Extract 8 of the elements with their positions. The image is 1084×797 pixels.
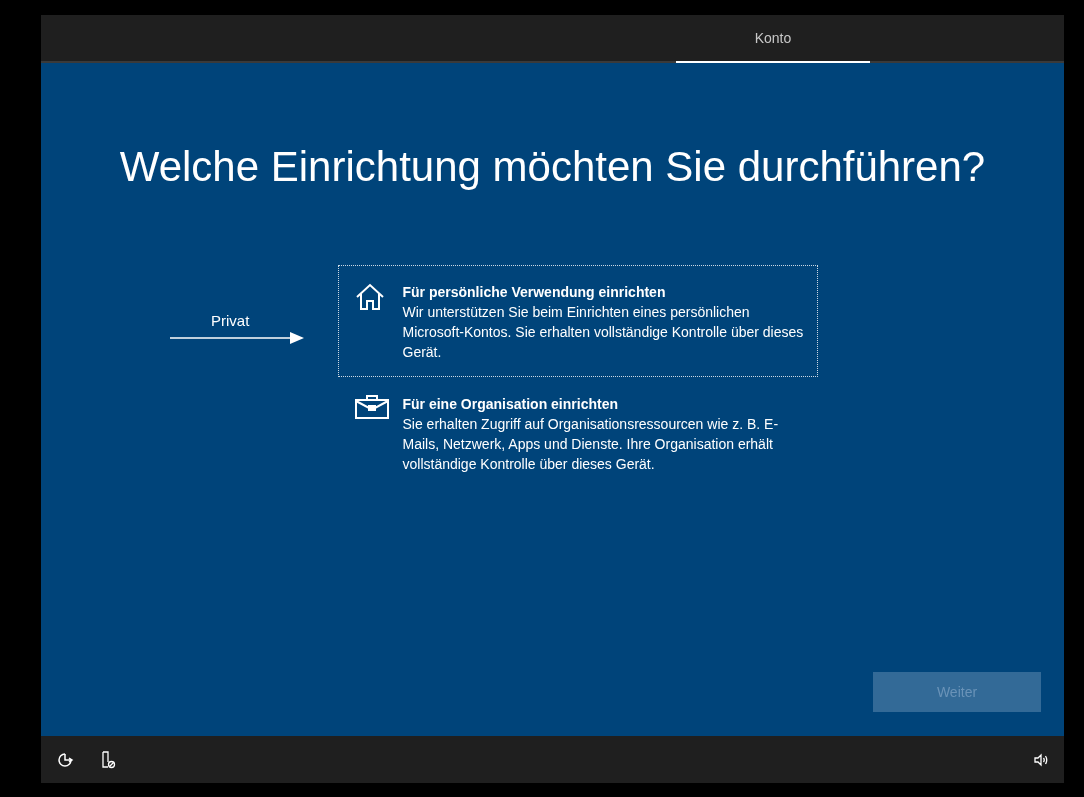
option-title: Für eine Organisation einrichten: [402, 395, 619, 414]
page-heading: Welche Einrichtung möchten Sie durchführen?: [119, 142, 986, 192]
annotation-label: Privat: [211, 311, 250, 331]
option-card[interactable]: Für eine Organisation einrichten Sie erhalten Zugriff auf Organisationsressourcen wie z. B. E-Mails, Netzwerk, Apps und Dienste. Ihre Organisation erhält vollständige Kontrolle über dieses Gerät.: [337, 377, 818, 489]
option-card[interactable]: Für persönliche Verwendung einrichten Wir unterstützen Sie beim Einrichten eines persönlichen Microsoft-Kontos. Sie erhalten vollständige Kontrolle über dieses Gerät.: [337, 265, 818, 377]
option-description: Wir unterstützen Sie beim Einrichten eines persönlichen Microsoft-Kontos. Sie erhalten vollständige Kontrolle über dieses Gerät.: [402, 303, 805, 362]
option-description: Sie erhalten Zugriff auf Organisationsressourcen wie z. B. E-Mails, Netzwerk, Apps und Dienste. Ihre Organisation erhält vollständige Kontrolle über dieses Gerät.: [402, 415, 780, 474]
option-title: Für persönliche Verwendung einrichten: [402, 283, 667, 302]
